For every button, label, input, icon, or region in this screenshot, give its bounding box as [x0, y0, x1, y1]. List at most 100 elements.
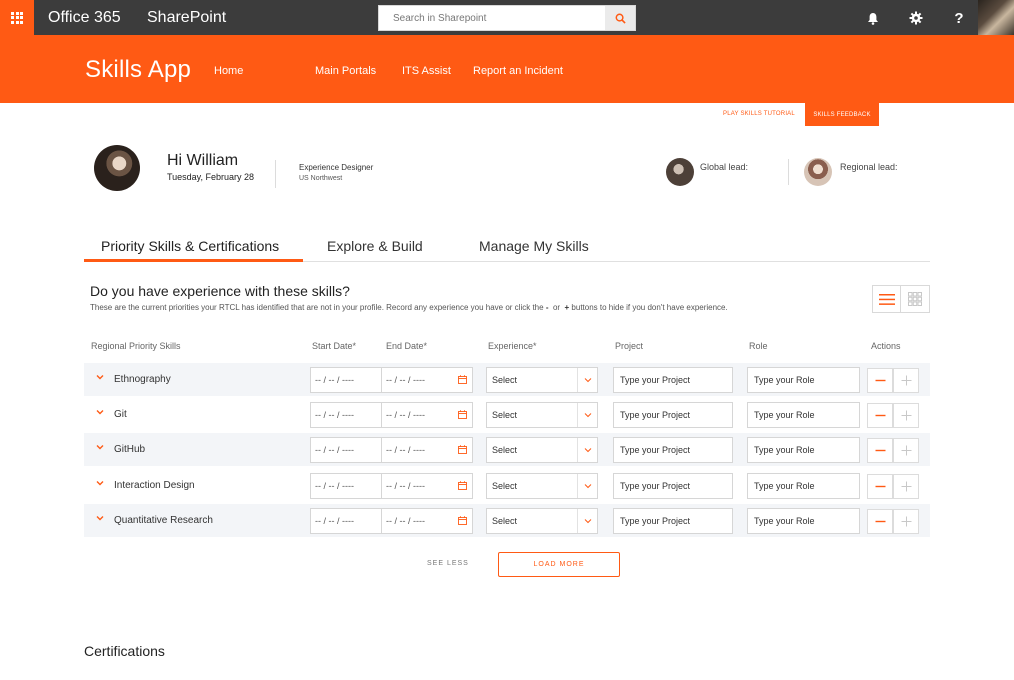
header-end-date: End Date*: [386, 341, 428, 351]
experience-select[interactable]: Select: [486, 402, 598, 428]
nav-its-assist[interactable]: ITS Assist: [402, 65, 451, 77]
calendar-icon[interactable]: [458, 410, 467, 419]
section-title: Do you have experience with these skills…: [90, 283, 350, 299]
project-input[interactable]: Type your Project: [613, 367, 733, 393]
plus-button[interactable]: [893, 403, 919, 428]
current-date: Tuesday, February 28: [167, 172, 255, 182]
chevron-down-icon[interactable]: [95, 442, 105, 452]
notifications-button[interactable]: [863, 8, 883, 28]
minus-symbol: -: [545, 303, 549, 312]
search-input[interactable]: [379, 6, 607, 30]
plus-icon: [901, 445, 911, 456]
skill-name: Interaction Design: [114, 480, 195, 491]
play-tutorial-link[interactable]: PLAY SKILLS TUTORIAL: [723, 111, 795, 117]
tab-explore-build[interactable]: Explore & Build: [327, 238, 423, 254]
calendar-icon[interactable]: [458, 375, 467, 384]
plus-button[interactable]: [893, 368, 919, 393]
experience-select[interactable]: Select: [486, 437, 598, 463]
table-row: Git -- / -- / ---- -- / -- / ---- Select…: [84, 398, 930, 431]
chevron-down-icon: [577, 474, 597, 498]
nav-report-incident[interactable]: Report an Incident: [473, 65, 563, 77]
suite-bar: Office 365 SharePoint ?: [0, 0, 1014, 35]
start-date-input[interactable]: -- / -- / ----: [310, 402, 382, 428]
project-input[interactable]: Type your Project: [613, 473, 733, 499]
plus-icon: [901, 410, 911, 421]
experience-select-value: Select: [492, 516, 518, 526]
plus-button[interactable]: [893, 509, 919, 534]
role-input[interactable]: Type your Role: [747, 473, 860, 499]
start-date-input[interactable]: -- / -- / ----: [310, 437, 382, 463]
plus-button[interactable]: [893, 474, 919, 499]
project-input[interactable]: Type your Project: [613, 402, 733, 428]
minus-icon: [875, 449, 885, 452]
end-date-placeholder: -- / -- / ----: [386, 410, 425, 420]
chevron-down-icon: [577, 403, 597, 427]
minus-button[interactable]: [867, 438, 893, 463]
minus-button[interactable]: [867, 474, 893, 499]
tab-priority-skills[interactable]: Priority Skills & Certifications: [101, 238, 279, 254]
load-more-button[interactable]: LOAD MORE: [498, 552, 620, 577]
role-input[interactable]: Type your Role: [747, 437, 860, 463]
experience-select[interactable]: Select: [486, 508, 598, 534]
minus-button[interactable]: [867, 368, 893, 393]
grid-view-button[interactable]: [901, 286, 929, 312]
global-lead-avatar[interactable]: [666, 158, 694, 186]
chevron-down-icon[interactable]: [95, 372, 105, 382]
calendar-icon[interactable]: [458, 445, 467, 454]
project-input[interactable]: Type your Project: [613, 508, 733, 534]
description-or: or: [552, 303, 561, 312]
nav-home[interactable]: Home: [214, 65, 243, 77]
end-date-input[interactable]: -- / -- / ----: [381, 402, 473, 428]
end-date-placeholder: -- / -- / ----: [386, 516, 425, 526]
start-date-input[interactable]: -- / -- / ----: [310, 473, 382, 499]
chevron-down-icon[interactable]: [95, 407, 105, 417]
skill-name: Quantitative Research: [114, 515, 213, 526]
end-date-input[interactable]: -- / -- / ----: [381, 367, 473, 393]
chevron-down-icon[interactable]: [95, 513, 105, 523]
user-photo-button[interactable]: [978, 0, 1014, 35]
end-date-placeholder: -- / -- / ----: [386, 481, 425, 491]
project-input[interactable]: Type your Project: [613, 437, 733, 463]
gear-icon: [909, 11, 923, 25]
experience-select-value: Select: [492, 481, 518, 491]
end-date-placeholder: -- / -- / ----: [386, 375, 425, 385]
chevron-down-icon[interactable]: [95, 478, 105, 488]
app-title[interactable]: Skills App: [85, 56, 191, 84]
end-date-input[interactable]: -- / -- / ----: [381, 473, 473, 499]
chevron-down-icon: [577, 368, 597, 392]
office365-link[interactable]: Office 365: [48, 9, 121, 27]
skills-feedback-button[interactable]: SKILLS FEEDBACK: [805, 103, 879, 126]
app-launcher-button[interactable]: [0, 0, 34, 35]
see-less-link[interactable]: SEE LESS: [427, 560, 469, 567]
experience-select[interactable]: Select: [486, 473, 598, 499]
nav-main-portals[interactable]: Main Portals: [315, 65, 376, 77]
search-button[interactable]: [605, 6, 635, 30]
start-date-input[interactable]: -- / -- / ----: [310, 508, 382, 534]
minus-button[interactable]: [867, 403, 893, 428]
role-input[interactable]: Type your Role: [747, 367, 860, 393]
role-input[interactable]: Type your Role: [747, 508, 860, 534]
table-row: GitHub -- / -- / ---- -- / -- / ---- Sel…: [84, 433, 930, 466]
calendar-icon[interactable]: [458, 481, 467, 490]
app-header: Skills App Home Main Portals ITS Assist …: [0, 35, 1014, 103]
header-project: Project: [615, 341, 644, 351]
settings-button[interactable]: [906, 8, 926, 28]
help-button[interactable]: ?: [949, 8, 969, 28]
end-date-input[interactable]: -- / -- / ----: [381, 437, 473, 463]
minus-button[interactable]: [867, 509, 893, 534]
role-input[interactable]: Type your Role: [747, 402, 860, 428]
grid-icon: [908, 292, 922, 306]
skill-name: GitHub: [114, 444, 146, 455]
calendar-icon[interactable]: [458, 516, 467, 525]
end-date-input[interactable]: -- / -- / ----: [381, 508, 473, 534]
tab-manage-skills[interactable]: Manage My Skills: [479, 238, 589, 254]
plus-button[interactable]: [893, 438, 919, 463]
start-date-input[interactable]: -- / -- / ----: [310, 367, 382, 393]
sharepoint-link[interactable]: SharePoint: [147, 9, 226, 27]
experience-select[interactable]: Select: [486, 367, 598, 393]
search-box: [378, 5, 636, 31]
plus-icon: [901, 516, 911, 527]
list-view-button[interactable]: [873, 286, 902, 312]
profile-divider: [275, 160, 276, 188]
regional-lead-avatar[interactable]: [804, 158, 832, 186]
